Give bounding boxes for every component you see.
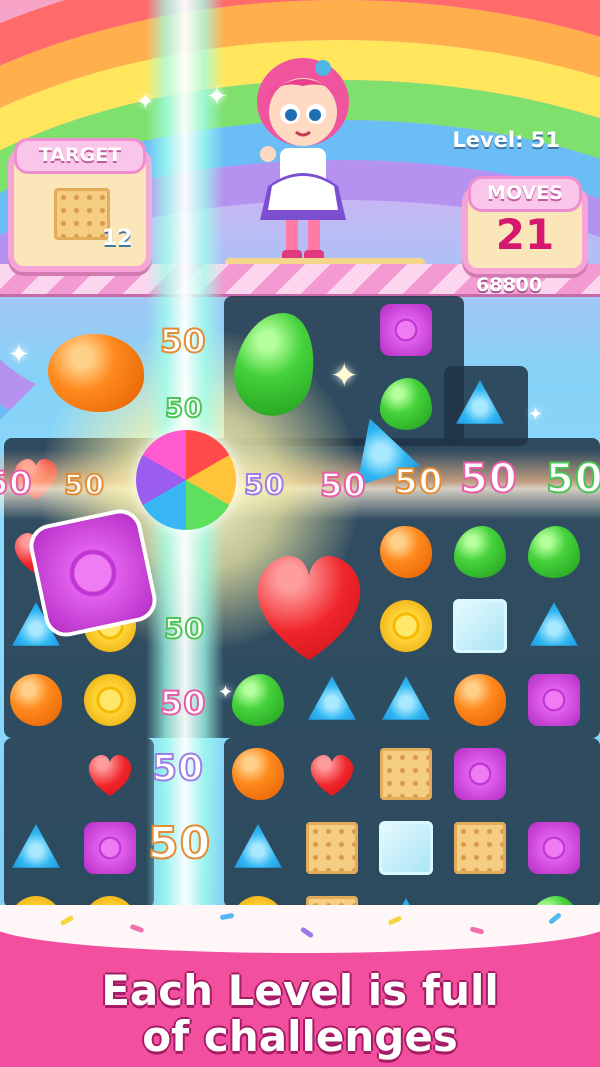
green-candy[interactable]	[380, 378, 432, 430]
board-cell[interactable]	[302, 818, 362, 878]
board-cell[interactable]	[376, 374, 436, 434]
pink-candy[interactable]	[528, 674, 580, 726]
score-popup: 50	[147, 817, 212, 870]
game-screen: TARGET 12 Level: 51 MOVES 21 68800 50 50…	[0, 0, 600, 1067]
ice-block[interactable]	[453, 599, 507, 653]
blue-candy[interactable]	[12, 824, 60, 868]
score-popup: 50	[0, 463, 33, 503]
board-cell[interactable]	[80, 818, 140, 878]
blue-candy[interactable]	[530, 602, 578, 646]
star-sparkle-icon: ✦	[8, 340, 30, 370]
score-popup: 50	[164, 393, 204, 425]
green-candy[interactable]	[454, 526, 506, 578]
score-popup: 50	[159, 683, 207, 723]
board-cell[interactable]	[80, 744, 140, 804]
target-panel: TARGET 12	[8, 138, 152, 272]
board-cell[interactable]	[524, 522, 584, 582]
score-popup: 50	[393, 461, 444, 503]
board-cell[interactable]	[228, 744, 288, 804]
board-cell[interactable]	[450, 670, 510, 730]
board-cell[interactable]	[450, 818, 510, 878]
orange-candy[interactable]	[232, 748, 284, 800]
ice-block[interactable]	[379, 821, 433, 875]
board-cell[interactable]	[6, 670, 66, 730]
orange-candy[interactable]	[454, 674, 506, 726]
star-sparkle-icon: ✦	[136, 90, 155, 115]
red-heart-candy[interactable]	[306, 748, 358, 800]
blue-candy[interactable]	[456, 380, 504, 424]
board-cell[interactable]	[80, 670, 140, 730]
moves-value: 21	[495, 210, 555, 259]
orange-candy[interactable]	[10, 674, 62, 726]
board-cell[interactable]	[524, 818, 584, 878]
green-candy[interactable]	[528, 526, 580, 578]
board-cell[interactable]	[6, 818, 66, 878]
star-sparkle-icon: ✦	[528, 404, 544, 425]
board-cell[interactable]	[376, 596, 436, 656]
star-sparkle-icon: ✦	[206, 82, 228, 112]
score-popup: 50	[163, 611, 205, 646]
moves-title: MOVES	[468, 176, 582, 212]
board-cell[interactable]	[450, 522, 510, 582]
tagline-line-2: of challenges	[142, 1012, 458, 1061]
board-cell[interactable]	[376, 522, 436, 582]
board-cell[interactable]	[376, 818, 436, 878]
score-popup: 50	[459, 455, 518, 503]
cookie-block[interactable]	[454, 822, 506, 874]
girl-character	[257, 58, 349, 262]
board-cell[interactable]	[376, 670, 436, 730]
yellow-candy[interactable]	[380, 600, 432, 652]
level-indicator: Level: 51	[452, 128, 560, 152]
orange-candy[interactable]	[380, 526, 432, 578]
green-candy[interactable]	[232, 674, 284, 726]
board-cell[interactable]	[376, 744, 436, 804]
rainbow-candy-icon[interactable]	[136, 430, 236, 530]
big-pink-candy[interactable]	[30, 510, 156, 636]
blue-candy[interactable]	[308, 676, 356, 720]
score-popup: 50	[151, 747, 205, 790]
score-popup: 50	[243, 467, 285, 502]
pink-candy[interactable]	[84, 822, 136, 874]
big-orange-candy[interactable]	[48, 334, 144, 412]
board-cell[interactable]	[450, 374, 510, 434]
target-count: 12	[102, 226, 133, 251]
score-popup: 50	[63, 467, 105, 502]
board-cell[interactable]	[524, 670, 584, 730]
board-cell[interactable]	[450, 596, 510, 656]
moves-panel: MOVES 21	[462, 176, 588, 274]
board-cell[interactable]	[450, 744, 510, 804]
pink-candy[interactable]	[528, 822, 580, 874]
board-cell[interactable]	[524, 596, 584, 656]
score-popup: 50	[159, 321, 207, 361]
score-popup: 50	[545, 455, 600, 503]
board-cell[interactable]	[228, 818, 288, 878]
blue-candy[interactable]	[234, 824, 282, 868]
board-cell[interactable]	[376, 300, 436, 360]
red-heart-candy[interactable]	[84, 748, 136, 800]
target-title: TARGET	[14, 138, 146, 174]
score-popup: 50	[319, 465, 367, 505]
cookie-block[interactable]	[380, 748, 432, 800]
cookie-block[interactable]	[306, 822, 358, 874]
blue-candy[interactable]	[382, 676, 430, 720]
board-cell[interactable]	[302, 670, 362, 730]
board-cell[interactable]	[228, 670, 288, 730]
pink-candy[interactable]	[454, 748, 506, 800]
board-cell[interactable]	[302, 744, 362, 804]
star-sparkle-icon: ✦	[330, 356, 359, 396]
star-sparkle-icon: ✦	[218, 682, 234, 703]
pink-candy[interactable]	[380, 304, 432, 356]
tagline-line-1: Each Level is full	[101, 966, 499, 1015]
yellow-candy[interactable]	[84, 674, 136, 726]
score-value: 68800	[476, 274, 543, 296]
